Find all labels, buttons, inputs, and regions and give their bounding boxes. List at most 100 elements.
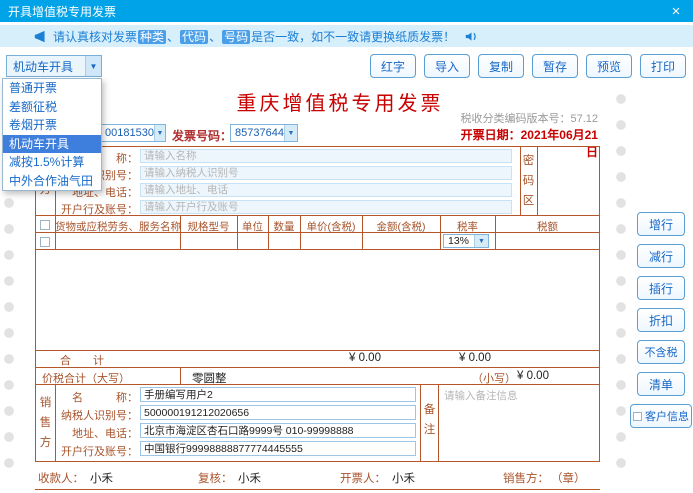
col-header-amount: 金额(含税): [376, 221, 426, 233]
notice-highlight-code: 代码: [180, 29, 209, 44]
divider: [420, 384, 421, 462]
seller-bank-input[interactable]: [140, 441, 416, 456]
col-header-tax: 税额: [537, 221, 558, 233]
temp-save-button[interactable]: 暂存: [532, 54, 578, 78]
copy-button[interactable]: 复制: [478, 54, 524, 78]
notice-prefix: 请认真核对发票: [53, 29, 138, 44]
insert-row-button[interactable]: 插行: [637, 276, 685, 300]
add-row-button[interactable]: 增行: [637, 212, 685, 236]
divider: [35, 367, 600, 368]
preview-button[interactable]: 预览: [586, 54, 632, 78]
remark-label: 备注: [423, 404, 436, 436]
invoice-number-value: 85737644: [235, 127, 284, 139]
divider: [438, 384, 439, 462]
notice-text: 请认真核对发票 种类、代码、号码 是否一致，如不一致请更换纸质发票！: [53, 28, 455, 45]
close-icon[interactable]: ×: [667, 3, 685, 20]
mode-dropdown-list: 普通开票 差额征税 卷烟开票 机动车开具 减按1.5%计算 中外合作油气田: [2, 78, 102, 191]
tax-exclusive-button[interactable]: 不含税: [637, 340, 685, 364]
seller-side-label: 销售方: [39, 397, 52, 449]
buyer-bank-label: 开户行及账号：: [61, 204, 138, 216]
amount-small-label: （小写）: [472, 373, 516, 385]
remove-row-button[interactable]: 减行: [637, 244, 685, 268]
tax-rate-select[interactable]: 13% ▼: [443, 234, 489, 248]
row-checkbox[interactable]: [40, 237, 50, 247]
notice-sep1: 、: [167, 29, 180, 44]
list-button[interactable]: 清单: [637, 372, 685, 396]
tax-code-version-label: 税收分类编码版本号：57.12: [460, 113, 598, 125]
amount-small-value: ¥ 0.00: [517, 370, 549, 382]
dropdown-item-differential-tax[interactable]: 差额征税: [3, 98, 101, 117]
seller-seal-value: （章）: [551, 473, 586, 485]
amount-words: 零圆整: [192, 373, 227, 385]
password-area-label: 密码区: [522, 155, 535, 207]
amount-words-label: 价税合计（大写）: [42, 373, 130, 385]
speaker-icon[interactable]: [465, 30, 478, 43]
megaphone-icon: [34, 30, 47, 43]
discount-button[interactable]: 折扣: [637, 308, 685, 332]
chevron-down-icon: ▼: [474, 235, 488, 247]
dropdown-item-normal-invoice[interactable]: 普通开票: [3, 79, 101, 98]
notice-highlight-type: 种类: [138, 29, 167, 44]
seller-taxid-label: 纳税人识别号：: [61, 410, 138, 422]
chevron-down-icon: ▼: [153, 125, 165, 141]
payee-value: 小禾: [90, 473, 113, 485]
invoice-code-select[interactable]: 00181530 ▼: [100, 124, 166, 142]
divider: [520, 146, 521, 215]
col-header-name: 货物或应税劳务、服务名称: [55, 221, 181, 233]
notice-suffix: 是否一致，如不一致请更换纸质发票！: [251, 29, 456, 44]
buyer-name-input[interactable]: [140, 149, 512, 163]
titlebar: 开具增值税专用发票 ×: [0, 0, 693, 22]
customer-info-button[interactable]: 客户信息: [630, 404, 692, 428]
seller-address-input[interactable]: [140, 423, 416, 438]
seller-bank-label: 开户行及账号：: [61, 446, 138, 458]
remark-input[interactable]: [444, 388, 596, 458]
dropdown-item-cigarette[interactable]: 卷烟开票: [3, 116, 101, 135]
col-header-qty: 数量: [273, 221, 295, 233]
invoice-window: 开具增值税专用发票 × 请认真核对发票 种类、代码、号码 是否一致，如不一致请更换纸…: [0, 0, 693, 493]
dropdown-item-oil-gas-field[interactable]: 中外合作油气田: [3, 172, 101, 191]
divider: [180, 367, 181, 384]
invoice-mode-select[interactable]: 机动车开具 ▼: [6, 55, 102, 77]
seller-address-label: 地址、电话：: [72, 428, 138, 440]
seller-taxid-input[interactable]: [140, 405, 416, 420]
buyer-address-input[interactable]: [140, 183, 512, 197]
seller-name-label: 名 称：: [72, 392, 138, 404]
drawer-value: 小禾: [392, 473, 415, 485]
window-title: 开具增值税专用发票: [8, 4, 117, 19]
col-header-price: 单价(含税): [306, 221, 356, 233]
col-header-unit: 单位: [242, 221, 263, 233]
dropdown-item-motor-vehicle[interactable]: 机动车开具: [3, 134, 101, 153]
invoice-code-value: 00181530: [105, 127, 154, 139]
import-button[interactable]: 导入: [424, 54, 470, 78]
chevron-down-icon: ▼: [283, 125, 297, 141]
checker-label: 复核：: [198, 473, 233, 485]
col-header-taxrate: 税率: [457, 221, 478, 233]
tax-rate-value: 13%: [448, 235, 470, 247]
drawer-label: 开票人：: [340, 473, 386, 485]
buyer-taxid-input[interactable]: [140, 166, 512, 180]
divider: [35, 249, 600, 250]
dropdown-item-reduced-rate[interactable]: 减按1.5%计算: [3, 153, 101, 172]
total-tax: ¥ 0.00: [459, 352, 491, 364]
notice-bar: 请认真核对发票 种类、代码、号码 是否一致，如不一致请更换纸质发票！: [0, 25, 693, 47]
col-header-spec: 规格型号: [187, 221, 230, 233]
chevron-down-icon: ▼: [85, 56, 101, 76]
total-amount: ¥ 0.00: [349, 352, 381, 364]
right-perforation-dots: [614, 86, 628, 482]
select-all-checkbox[interactable]: [40, 220, 50, 230]
divider: [537, 146, 538, 215]
buyer-bank-input[interactable]: [140, 200, 512, 214]
customer-info-checkbox[interactable]: [633, 411, 642, 421]
seller-seal-label: 销售方：: [503, 473, 549, 485]
invoice-mode-value: 机动车开具: [13, 59, 74, 74]
print-button[interactable]: 打印: [640, 54, 686, 78]
invoice-title: 重庆增值税专用发票: [236, 93, 444, 115]
red-invoice-button[interactable]: 红字: [370, 54, 416, 78]
invoice-number-label: 发票号码：: [172, 129, 233, 143]
invoice-number-select[interactable]: 85737644 ▼: [230, 124, 298, 142]
seller-name-input[interactable]: [140, 387, 416, 402]
notice-sep2: 、: [209, 29, 222, 44]
payee-label: 收款人：: [38, 473, 84, 485]
divider: [35, 489, 600, 490]
total-row-label: 合 计: [60, 355, 104, 367]
